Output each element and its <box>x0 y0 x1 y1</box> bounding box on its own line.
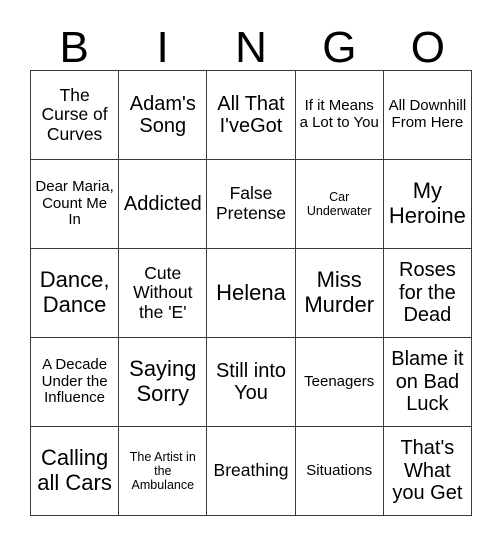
bingo-cell-label: Blame it on Bad Luck <box>391 348 464 416</box>
bingo-cell-label: A Decade Under the Influence <box>41 355 108 407</box>
bingo-cell-label: Still into You <box>215 359 286 404</box>
bingo-cell-label: Dance, Dance <box>39 267 110 317</box>
bingo-cell-label: Dear Maria, Count Me In <box>35 177 114 229</box>
bingo-cell[interactable]: A Decade Under the Influence <box>31 338 120 427</box>
bingo-cell-label: Car Underwater <box>306 190 372 218</box>
bingo-cell-label: My Heroine <box>388 178 466 228</box>
bingo-cell[interactable]: Roses for the Dead <box>383 249 472 338</box>
bingo-cell-label: False Pretense <box>215 183 287 223</box>
bingo-header-letter-n: N <box>235 23 267 72</box>
bingo-header: B I N G O <box>30 14 472 70</box>
bingo-cell-label: Calling all Cars <box>37 445 112 495</box>
bingo-cell[interactable]: Dance, Dance <box>31 249 120 338</box>
bingo-header-letter-g: G <box>322 23 357 72</box>
bingo-cell-label: The Curse of Curves <box>41 84 108 144</box>
bingo-cell[interactable]: Adam's Song <box>119 71 208 160</box>
bingo-cell-label: Situations <box>306 461 373 479</box>
bingo-cell-label: That's What you Get <box>392 437 463 505</box>
bingo-cell-label: All That I'veGot <box>217 92 285 137</box>
bingo-card: B I N G O The Curse of Curves Adam's Son… <box>0 0 500 544</box>
bingo-cell[interactable]: Miss Murder <box>295 249 384 338</box>
bingo-cell[interactable]: False Pretense <box>207 160 296 249</box>
bingo-cell[interactable]: Helena <box>207 249 296 338</box>
bingo-cell-label: Helena <box>216 279 286 305</box>
bingo-header-letter-b: B <box>59 23 89 72</box>
bingo-cell-label: Cute Without the 'E' <box>133 262 193 322</box>
bingo-cell[interactable]: All That I'veGot <box>207 71 296 160</box>
bingo-cell-label: Addicted <box>123 192 202 215</box>
bingo-cell-label: All Downhill From Here <box>388 97 467 131</box>
bingo-cell[interactable]: Still into You <box>207 338 296 427</box>
bingo-cell[interactable]: Breathing <box>207 427 296 516</box>
bingo-cell-label: The Artist in the Ambulance <box>129 450 196 492</box>
bingo-cell[interactable]: Situations <box>295 427 384 516</box>
bingo-cell[interactable]: If it Means a Lot to You <box>295 71 384 160</box>
bingo-cell-label: Roses for the Dead <box>399 259 456 327</box>
bingo-cell[interactable]: My Heroine <box>383 160 472 249</box>
bingo-cell-label: Breathing <box>213 460 289 481</box>
bingo-cell-label: Teenagers <box>304 372 375 390</box>
bingo-cell[interactable]: Blame it on Bad Luck <box>383 338 472 427</box>
bingo-cell[interactable]: Calling all Cars <box>31 427 120 516</box>
bingo-cell[interactable]: Car Underwater <box>295 160 384 249</box>
bingo-header-letter-o: O <box>410 23 445 72</box>
bingo-cell-label: Saying Sorry <box>129 356 197 406</box>
bingo-cell-label: Miss Murder <box>304 267 375 317</box>
bingo-cell[interactable]: Saying Sorry <box>119 338 208 427</box>
bingo-cell[interactable]: The Artist in the Ambulance <box>119 427 208 516</box>
bingo-cell[interactable]: Addicted <box>119 160 208 249</box>
bingo-cell-label: If it Means a Lot to You <box>299 97 379 131</box>
bingo-cell[interactable]: All Downhill From Here <box>383 71 472 160</box>
bingo-header-letter-i: I <box>156 23 169 72</box>
bingo-grid: The Curse of Curves Adam's Song All That… <box>30 70 472 516</box>
bingo-cell[interactable]: That's What you Get <box>383 427 472 516</box>
bingo-cell-label: Adam's Song <box>129 92 196 137</box>
bingo-cell[interactable]: The Curse of Curves <box>31 71 120 160</box>
bingo-cell[interactable]: Cute Without the 'E' <box>119 249 208 338</box>
bingo-cell[interactable]: Dear Maria, Count Me In <box>31 160 120 249</box>
bingo-cell[interactable]: Teenagers <box>295 338 384 427</box>
